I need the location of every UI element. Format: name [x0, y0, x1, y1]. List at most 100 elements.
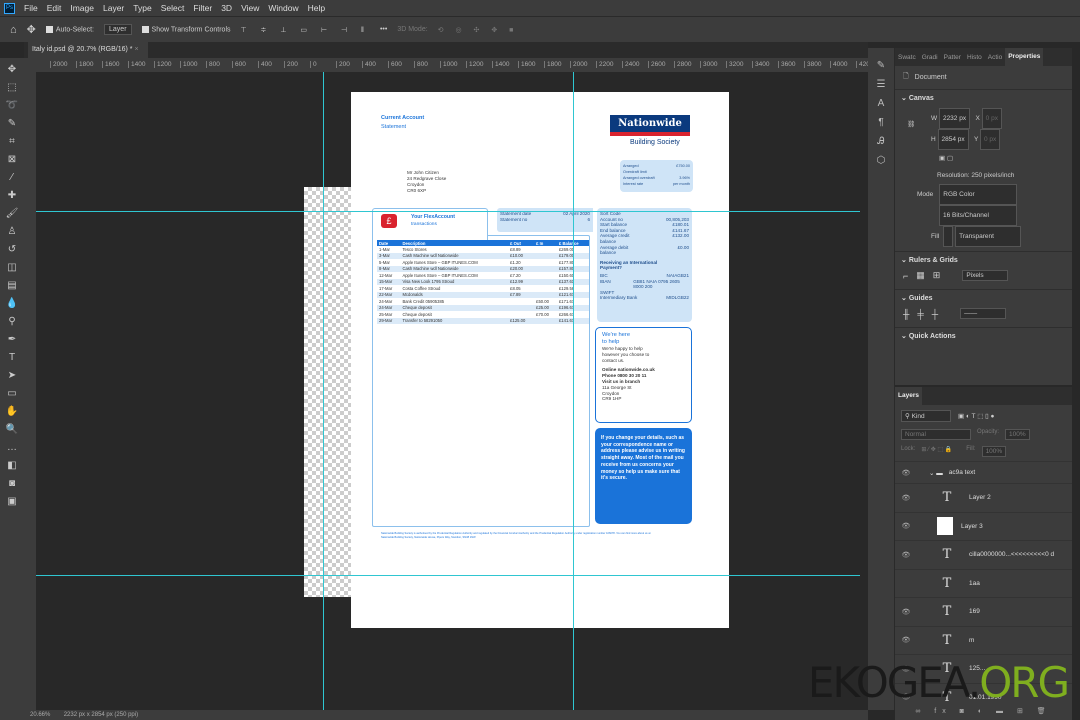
guide-vertical[interactable]: [323, 72, 324, 710]
fill-field[interactable]: 100%: [981, 446, 1007, 457]
lasso-tool-icon[interactable]: ➰: [6, 98, 18, 113]
type-tool-icon[interactable]: T: [9, 350, 15, 365]
menu-3d[interactable]: 3D: [221, 3, 232, 13]
panel-tab[interactable]: Actio: [985, 54, 1005, 61]
guide-vertical[interactable]: [573, 72, 574, 710]
menu-filter[interactable]: Filter: [193, 3, 212, 13]
panel-tab[interactable]: Properties: [1005, 48, 1044, 66]
document-tab[interactable]: Italy id.psd @ 20.7% (RGB/16) * ×: [28, 42, 148, 58]
healing-tool-icon[interactable]: ✚: [8, 188, 16, 203]
y-field[interactable]: 0 px: [980, 129, 1001, 150]
menu-image[interactable]: Image: [70, 3, 94, 13]
quick-actions-section[interactable]: Quick Actions: [909, 333, 956, 340]
gradient-tool-icon[interactable]: ▤: [7, 278, 16, 293]
auto-select-checkbox[interactable]: Auto-Select:: [45, 25, 94, 33]
menu-help[interactable]: Help: [308, 3, 325, 13]
rulers-grids-section[interactable]: Rulers & Grids: [909, 257, 958, 264]
grid-icon[interactable]: ▦: [916, 270, 925, 281]
blend-mode-dropdown[interactable]: Normal: [901, 429, 971, 440]
menu-file[interactable]: File: [24, 3, 38, 13]
layer-row[interactable]: 👁 Tcilla0000000...<<<<<<<<<0 d: [895, 540, 1072, 569]
more-options-icon[interactable]: •••: [380, 26, 387, 33]
visibility-eye-icon[interactable]: 👁: [895, 522, 917, 530]
character-icon[interactable]: A: [878, 98, 885, 109]
menu-edit[interactable]: Edit: [47, 3, 62, 13]
height-field[interactable]: 2854 px: [937, 129, 969, 150]
mode-dropdown[interactable]: RGB Color: [939, 184, 1018, 205]
lock-icons[interactable]: ⊞ ⁄ ✥ ⬚ 🔒: [921, 446, 952, 457]
history-brush-icon[interactable]: ↺: [8, 242, 16, 257]
menu-type[interactable]: Type: [133, 3, 151, 13]
ruler-icon[interactable]: ⌐: [903, 271, 908, 281]
canvas-section[interactable]: Canvas: [909, 95, 934, 102]
layer-row[interactable]: 👁 T 169: [895, 597, 1072, 626]
chevron-down-icon[interactable]: ⌄: [901, 95, 907, 102]
screen-mode-icon[interactable]: ▣: [7, 494, 16, 509]
link-icon[interactable]: ⛓: [907, 116, 915, 133]
home-icon[interactable]: ⌂: [10, 24, 17, 36]
visibility-eye-icon[interactable]: 👁: [895, 551, 917, 559]
guides-section[interactable]: Guides: [909, 295, 933, 302]
landscape-icon[interactable]: ▢: [947, 155, 953, 162]
hand-tool-icon[interactable]: ✋: [6, 404, 18, 419]
panel-tab[interactable]: Swatc: [895, 54, 919, 61]
panel-tab[interactable]: Histo: [964, 54, 985, 61]
adjust-icon[interactable]: ☰: [877, 79, 886, 90]
visibility-eye-icon[interactable]: 👁: [895, 636, 917, 644]
eyedropper-tool-icon[interactable]: ⁄: [11, 170, 13, 185]
filter-icons[interactable]: ▣ ◐ T ⬚ ▯ ●: [958, 412, 994, 420]
show-transform-checkbox[interactable]: Show Transform Controls: [141, 25, 231, 33]
layer-row[interactable]: 👁 Tm: [895, 625, 1072, 655]
panel-tab[interactable]: Patter: [941, 54, 964, 61]
document-canvas[interactable]: Current Account Statement Nationwide Bui…: [351, 92, 729, 628]
bit-depth-dropdown[interactable]: 16 Bits/Channel: [939, 205, 1017, 226]
glyphs-icon[interactable]: Ꭿ: [877, 136, 884, 147]
guide-horizontal[interactable]: [36, 211, 860, 212]
move-tool-icon[interactable]: ✥: [8, 62, 16, 77]
pen-tool-icon[interactable]: ✒: [8, 332, 16, 347]
layers-tab[interactable]: Layers: [895, 387, 922, 405]
portrait-icon[interactable]: ▣: [939, 155, 945, 162]
more-tools-icon[interactable]: …: [7, 440, 17, 455]
visibility-eye-icon[interactable]: 👁: [895, 494, 917, 502]
close-tab-icon[interactable]: ×: [134, 46, 138, 53]
guide-add-icon[interactable]: ╪: [917, 309, 923, 319]
zoom-tool-icon[interactable]: 🔍: [6, 422, 18, 437]
layer-select-dropdown[interactable]: Layer: [104, 24, 132, 35]
guide-style-dropdown[interactable]: ——: [960, 308, 1007, 319]
guide-horizontal[interactable]: [36, 575, 860, 576]
layer-row[interactable]: 👁 ⌄ ▬ ac9a text: [895, 461, 1072, 483]
pixel-grid-icon[interactable]: ⊞: [933, 270, 941, 281]
menu-view[interactable]: View: [241, 3, 259, 13]
dodge-tool-icon[interactable]: ⚲: [8, 314, 15, 329]
opacity-field[interactable]: 100%: [1005, 429, 1030, 440]
brush-settings-icon[interactable]: ✎: [877, 60, 885, 71]
panel-tab[interactable]: Gradi: [919, 54, 941, 61]
zoom-level[interactable]: 20.66%: [30, 712, 50, 718]
visibility-eye-icon[interactable]: 👁: [895, 469, 917, 477]
frame-tool-icon[interactable]: ⊠: [8, 152, 16, 167]
guide-icon[interactable]: ╫: [903, 309, 909, 319]
layer-row[interactable]: 👁 Layer 3: [895, 511, 1072, 541]
3d-tools-icons[interactable]: ⟲ ◎ ✣ ✥ ■: [438, 26, 519, 34]
color-swatches-icon[interactable]: ◧: [7, 458, 16, 473]
kind-filter-dropdown[interactable]: ⚲ Kind: [901, 410, 951, 422]
path-select-icon[interactable]: ➤: [8, 368, 16, 383]
menu-layer[interactable]: Layer: [103, 3, 124, 13]
eraser-tool-icon[interactable]: ◫: [7, 260, 16, 275]
quick-select-tool-icon[interactable]: ✎: [8, 116, 16, 131]
3d-icon[interactable]: ⬡: [877, 155, 886, 166]
paragraph-icon[interactable]: ¶: [878, 117, 883, 128]
visibility-eye-icon[interactable]: 👁: [895, 608, 917, 616]
move-tool-icon[interactable]: ✥: [27, 23, 36, 36]
quick-mask-icon[interactable]: ◙: [9, 476, 15, 491]
crop-tool-icon[interactable]: ⌗: [9, 134, 15, 149]
marquee-tool-icon[interactable]: ⬚: [7, 80, 16, 95]
x-field[interactable]: 0 px: [981, 108, 1002, 129]
units-dropdown[interactable]: Pixels: [962, 270, 1009, 281]
brush-tool-icon[interactable]: 🖌: [6, 206, 19, 221]
width-field[interactable]: 2232 px: [938, 108, 971, 129]
align-icons[interactable]: ⊤ ≑ ⊥ ▭ ⊢ ⊣ ‖: [241, 26, 370, 34]
stamp-tool-icon[interactable]: ♙: [8, 224, 17, 239]
layer-row[interactable]: 👁 T Layer 2: [895, 483, 1072, 512]
